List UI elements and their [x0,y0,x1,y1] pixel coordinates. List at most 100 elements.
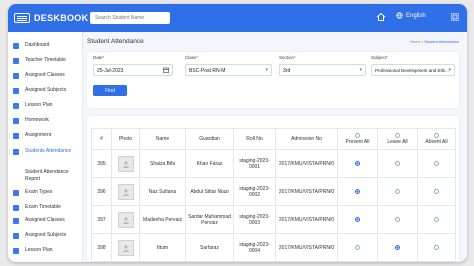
top-navbar: DESKBOOK English [8,4,467,32]
subject-label: Subject* [371,55,388,60]
sidebar-item-assigned-classes-2[interactable]: Assigned Classes [13,217,83,224]
sidebar-item-exam-timetable[interactable]: Exam Timetable [13,204,83,211]
sidebar-item-assigned-subjects-2[interactable]: Assigned Subjects [13,232,83,239]
col-header-guardian: Guardian [185,128,234,150]
calendar-icon[interactable] [163,67,169,73]
sidebar-item-label: Assigned Subjects [25,232,67,238]
class-label-text: Class [185,55,197,60]
subject-value: Professional Development and Ethi... [375,68,450,73]
find-button[interactable]: Find [93,85,127,96]
col-header-leave-all[interactable]: Leave All [377,128,418,150]
app-logo[interactable]: DESKBOOK [14,12,88,24]
sidebar-item-label: Assignment [25,132,52,138]
breadcrumb-home[interactable]: Home [410,39,421,44]
absent-radio[interactable] [434,161,439,166]
date-value: 25-Jul-2023 [97,68,124,74]
roll-no: staging-2023-0004 [233,233,276,262]
sidebar-item-label: Students Attendance [25,148,72,154]
leave-all-radio[interactable] [394,133,400,139]
lesson-plan-icon [13,103,19,109]
col-header-present-all[interactable]: Present All [337,128,378,150]
sidebar-item-exam-types[interactable]: Exam Types [13,189,83,196]
sidebar-item-student-attendance-report[interactable]: Student Attendance Report [13,169,83,182]
col-header-name: Name [139,128,186,150]
sidebar-item-assignment[interactable]: Assignment [13,132,83,139]
breadcrumb: Home / Student Attendance [410,39,459,44]
sidebar-item-label: Assigned Classes [25,72,65,78]
section-select[interactable]: 3rd ▾ [279,64,366,76]
student-photo-placeholder-icon [117,239,134,256]
attendance-table: # Photo Name Guardian Roll No Admission … [91,128,456,262]
guardian-name: Khan Faraz [185,149,234,178]
photo-cell [111,205,140,234]
section-value: 3rd [283,68,291,74]
class-label: Class* [185,55,199,60]
col-header-absent-all[interactable]: Absent All [417,128,456,150]
absent-all-label: Absent All [425,139,448,145]
sidebar-item-label: Student Attendance Report [25,169,69,182]
class-value: BSC-Post RN-M [189,68,226,74]
absent-radio[interactable] [434,245,439,250]
row-num: 398 [91,233,112,262]
table-row: 395 Shaiza Bibi Khan Faraz staging-2023-… [91,149,456,178]
sidebar-item-students-attendance[interactable]: Students Attendance [13,148,83,155]
student-name: Naz Sultana [139,177,186,206]
sidebar-item-label: Teacher Timetable [25,57,66,63]
student-name: Ittum [139,233,186,262]
classes-icon [13,73,19,79]
language-selector[interactable]: English [396,12,426,19]
leave-all-label: Leave All [387,139,408,145]
sidebar-item-lesson-plan-2[interactable]: Lesson Plan [13,247,83,254]
sidebar-item-assigned-classes[interactable]: Assigned Classes [13,72,83,79]
photo-cell [111,233,140,262]
guardian-name: Abdul Sittar Niazi [185,177,234,206]
table-row: 396 Naz Sultana Abdul Sittar Niazi stagi… [91,177,456,206]
present-radio[interactable] [355,217,360,222]
photo-cell [111,149,140,178]
guardian-name: Sardar Muhammad Pervaiz [185,205,234,234]
present-radio[interactable] [355,189,360,194]
row-num: 396 [91,177,112,206]
leave-radio[interactable] [395,245,400,250]
breadcrumb-current: Student Attendance [424,39,459,44]
sidebar-item-lesson-plan[interactable]: Lesson Plan [13,102,83,109]
assignment-icon [13,133,19,139]
absent-radio[interactable] [434,217,439,222]
sidebar-item-dashboard[interactable]: Dashboard [13,42,83,49]
leave-radio[interactable] [395,161,400,166]
sidebar-item-teacher-timetable[interactable]: Teacher Timetable [13,57,83,64]
leave-radio[interactable] [395,189,400,194]
absent-radio[interactable] [434,189,439,194]
dashboard-icon [13,43,19,49]
book-icon [14,13,30,23]
sidebar-item-assigned-subjects[interactable]: Assigned Subjects [13,87,83,94]
student-search-input[interactable] [90,12,170,24]
attendance-icon [13,149,19,155]
student-name: Madeeha Pervaiz [139,205,186,234]
attendance-filter-card: Date* 25-Jul-2023 Class* BSC-Post RN-M ▾… [87,52,459,108]
page-title: Student Attendance [87,38,144,45]
present-all-radio[interactable] [354,133,360,139]
subject-select[interactable]: Professional Development and Ethi... ▾ [371,64,455,76]
sidebar-item-homework[interactable]: Homework [13,117,83,124]
sidebar-item-label: Homework [25,117,49,123]
sidebar: Dashboard Teacher Timetable Assigned Cla… [8,32,83,262]
globe-icon [396,12,403,19]
sidebar-item-label: Dashboard [25,42,50,48]
col-header-roll: Roll No [233,128,276,150]
table-row: 398 Ittum Sarfaraz staging-2023-0004 201… [91,233,456,262]
present-radio[interactable] [355,245,360,250]
class-select[interactable]: BSC-Post RN-M ▾ [185,64,272,76]
home-icon[interactable] [376,12,386,22]
sidebar-item-label: Exam Types [25,189,53,195]
exam-types-icon [13,190,19,196]
leave-radio[interactable] [395,217,400,222]
photo-cell [111,177,140,206]
grid-menu-icon[interactable] [451,13,459,21]
absent-all-radio[interactable] [433,133,439,139]
student-photo-placeholder-icon [117,183,134,200]
classes-icon [13,218,19,224]
date-field[interactable]: 25-Jul-2023 [93,64,173,76]
present-radio[interactable] [355,161,360,166]
sidebar-item-label: Exam Timetable [25,204,61,210]
